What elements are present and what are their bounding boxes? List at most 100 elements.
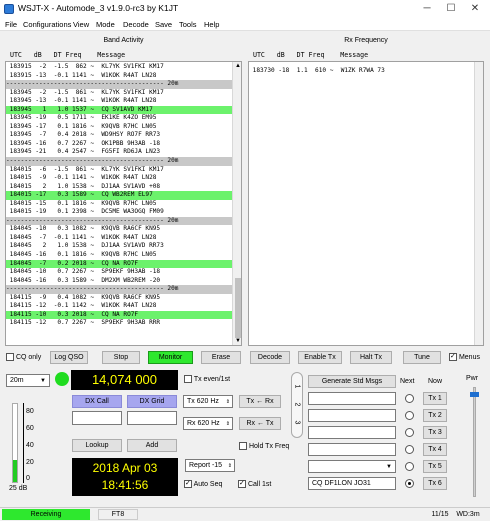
decode-row[interactable]: 183945 -7 0.4 2018 ~ WD9HSY RO7F RR73 xyxy=(6,131,232,140)
dx-grid-input[interactable] xyxy=(127,411,177,425)
power-slider-handle[interactable] xyxy=(470,392,479,397)
receiving-status: Receiving xyxy=(2,509,90,520)
menu-configurations[interactable]: Configurations xyxy=(23,20,71,29)
progress-status: 11/15 xyxy=(431,511,449,518)
mode-status: FT8 xyxy=(98,509,138,520)
decode-row[interactable]: 184015 -9 -0.1 1141 ~ W1KOK R4AT LN28 xyxy=(6,174,232,183)
tab-1[interactable]: 1 xyxy=(293,385,300,389)
tx-message-2-field[interactable] xyxy=(308,409,396,422)
message-tabs[interactable]: 1 2 3 xyxy=(291,372,303,438)
tx-message-4-field[interactable] xyxy=(308,443,396,456)
tx-hz-spinbox[interactable]: Tx 620 Hz ⇕ xyxy=(183,395,233,408)
rx-hz-spinbox[interactable]: Rx 620 Hz ⇕ xyxy=(183,417,233,430)
rx-frequency-list[interactable]: 183730 -18 1.1 610 ~ W1ZK R7WA 73 xyxy=(248,61,484,346)
enable-tx-button[interactable]: Enable Tx xyxy=(298,351,342,364)
decode-row[interactable]: 184045 -7 -0.1 1141 ~ W1KOK R4AT LN28 xyxy=(6,234,232,243)
rx-frequency-header: UTC dB DT Freq Message xyxy=(249,51,369,59)
tx4-button[interactable]: Tx 4 xyxy=(423,443,447,456)
decode-row[interactable]: 183945 1 1.0 1537 ~ CQ SV1AVD KM17 xyxy=(6,105,232,115)
next-tx5-radio[interactable] xyxy=(405,462,414,471)
decode-row[interactable]: 183945 -2 -1.5 861 ~ KL7YK SV1FKI KM17 xyxy=(6,89,232,98)
decode-row[interactable]: 183945 -13 -0.1 1141 ~ W1KOK R4AT LN28 xyxy=(6,97,232,106)
menus-checkbox[interactable]: Menus xyxy=(449,353,480,361)
decode-row[interactable]: 184015 -17 0.3 1589 ~ CQ WB2REM EL97 xyxy=(6,191,232,200)
maximize-icon[interactable]: ☐ xyxy=(440,1,462,16)
power-slider-track[interactable] xyxy=(473,387,476,497)
band-select[interactable]: 20m ▼ xyxy=(6,374,50,387)
decode-row[interactable]: 183945 -19 0.5 1711 ~ EK1KE K4ZO EM95 xyxy=(6,114,232,123)
halt-tx-button[interactable]: Halt Tx xyxy=(350,351,392,364)
tx5-button[interactable]: Tx 5 xyxy=(423,460,447,473)
erase-button[interactable]: Erase xyxy=(201,351,241,364)
band-activity-list[interactable]: 183915 -2 -1.5 862 ~ KL7YK SV1FKI KM17 1… xyxy=(5,61,242,346)
next-tx4-radio[interactable] xyxy=(405,445,414,454)
tx-message-3-field[interactable] xyxy=(308,426,396,439)
decode-row[interactable]: 184015 -6 -1.5 861 ~ KL7YK SV1FKI KM17 xyxy=(6,166,232,175)
scroll-down-icon[interactable]: ▼ xyxy=(235,338,241,344)
close-icon[interactable]: ✕ xyxy=(464,1,486,16)
menu-file[interactable]: File xyxy=(5,20,17,29)
next-tx1-radio[interactable] xyxy=(405,394,414,403)
decode-row[interactable]: 183945 -21 0.4 2547 ~ FG5FI RD6JA LN23 xyxy=(6,148,232,157)
dx-call-input[interactable] xyxy=(72,411,122,425)
cq-only-checkbox[interactable]: CQ only xyxy=(6,353,41,361)
meter-tick: 0 xyxy=(26,475,30,482)
tx2-button[interactable]: Tx 2 xyxy=(423,409,447,422)
decode-row[interactable]: 184015 -19 0.1 2398 ~ DC5ME WA3OGQ FM09 xyxy=(6,208,232,217)
tx-from-rx-button[interactable]: Tx ← Rx xyxy=(239,395,281,408)
decode-row[interactable]: 184045 2 1.0 1538 ~ DJ1AA SV1AVD RR73 xyxy=(6,242,232,251)
scroll-thumb[interactable] xyxy=(235,278,241,338)
decode-row[interactable]: 183915 -13 -0.1 1141 ~ W1KOK R4AT LN28 xyxy=(6,72,232,81)
decode-row[interactable]: 184045 -7 0.2 2018 ~ CQ NA RO7F xyxy=(6,259,232,269)
call-1st-checkbox[interactable]: Call 1st xyxy=(238,480,271,488)
lookup-button[interactable]: Lookup xyxy=(72,439,122,452)
tx-message-1-field[interactable] xyxy=(308,392,396,405)
tx-even-checkbox[interactable]: Tx even/1st xyxy=(184,375,230,383)
next-tx3-radio[interactable] xyxy=(405,428,414,437)
next-tx2-radio[interactable] xyxy=(405,411,414,420)
decode-row[interactable]: 184045 -10 0.3 1082 ~ K9QVB RA6CF KN95 xyxy=(6,225,232,234)
auto-seq-checkbox[interactable]: Auto Seq xyxy=(184,480,222,488)
decode-row[interactable]: 184015 2 1.0 1538 ~ DJ1AA SV1AVD +08 xyxy=(6,183,232,192)
report-spinbox[interactable]: Report -15 ⇕ xyxy=(185,459,235,472)
minimize-icon[interactable]: ─ xyxy=(416,1,438,16)
monitor-button[interactable]: Monitor xyxy=(148,351,193,364)
menu-help[interactable]: Help xyxy=(204,20,219,29)
tx6-button[interactable]: Tx 6 xyxy=(423,477,447,490)
menu-decode[interactable]: Decode xyxy=(123,20,149,29)
menu-save[interactable]: Save xyxy=(155,20,172,29)
decode-row[interactable]: 184045 -16 0.1 1816 ~ K9QVB R7HC LN05 xyxy=(6,251,232,260)
tune-button[interactable]: Tune xyxy=(403,351,441,364)
decode-row[interactable]: 183945 -16 0.7 2267 ~ OK1PBB 9H3AB -18 xyxy=(6,140,232,149)
rx-frequency-scrollbar[interactable] xyxy=(474,62,483,345)
add-button[interactable]: Add xyxy=(127,439,177,452)
tx-message-6-field[interactable]: CQ DF1LON JO31 xyxy=(308,477,396,490)
menu-tools[interactable]: Tools xyxy=(179,20,197,29)
band-activity-scrollbar[interactable]: ▲ ▼ xyxy=(232,62,241,345)
decode-row[interactable]: 183945 -17 0.1 1816 ~ K9QVB R7HC LN05 xyxy=(6,123,232,132)
decode-button[interactable]: Decode xyxy=(250,351,290,364)
menu-view[interactable]: View xyxy=(73,20,89,29)
tx1-button[interactable]: Tx 1 xyxy=(423,392,447,405)
rx-from-tx-button[interactable]: Rx ← Tx xyxy=(239,417,281,430)
decode-row[interactable]: 184115 -10 0.3 2018 ~ CQ NA RO7F xyxy=(6,310,232,320)
scroll-up-icon[interactable]: ▲ xyxy=(235,63,241,69)
decode-row[interactable]: 184115 -9 0.4 1082 ~ K9QVB RA6CF KN95 xyxy=(6,294,232,303)
chevron-down-icon[interactable]: ▼ xyxy=(386,464,392,470)
decode-row[interactable]: 184115 -12 0.7 2267 ~ SP9EKF 9H3AB RRR xyxy=(6,319,232,328)
decode-row[interactable]: 184045 -16 0.3 1589 ~ DM2XM WB2REM -20 xyxy=(6,277,232,286)
decode-row[interactable]: 184015 -15 0.1 1816 ~ K9QVB R7HC LN05 xyxy=(6,200,232,209)
tx-message-5-field[interactable]: ▼ xyxy=(308,460,396,473)
hold-tx-freq-checkbox[interactable]: Hold Tx Freq xyxy=(239,442,289,450)
decode-row[interactable]: 184045 -10 0.7 2267 ~ SP9EKF 9H3AB -18 xyxy=(6,268,232,277)
log-qso-button[interactable]: Log QSO xyxy=(50,351,88,364)
generate-std-msgs-button[interactable]: Generate Std Msgs xyxy=(308,375,396,388)
decode-row[interactable]: 184115 -12 -0.1 1142 ~ W1KOK R4AT LN28 xyxy=(6,302,232,311)
tab-2[interactable]: 2 xyxy=(293,403,300,407)
decode-row[interactable]: 183915 -2 -1.5 862 ~ KL7YK SV1FKI KM17 xyxy=(6,63,232,72)
tx3-button[interactable]: Tx 3 xyxy=(423,426,447,439)
stop-button[interactable]: Stop xyxy=(102,351,140,364)
tab-3[interactable]: 3 xyxy=(293,421,300,425)
menu-mode[interactable]: Mode xyxy=(96,20,115,29)
next-tx6-radio[interactable] xyxy=(405,479,414,488)
